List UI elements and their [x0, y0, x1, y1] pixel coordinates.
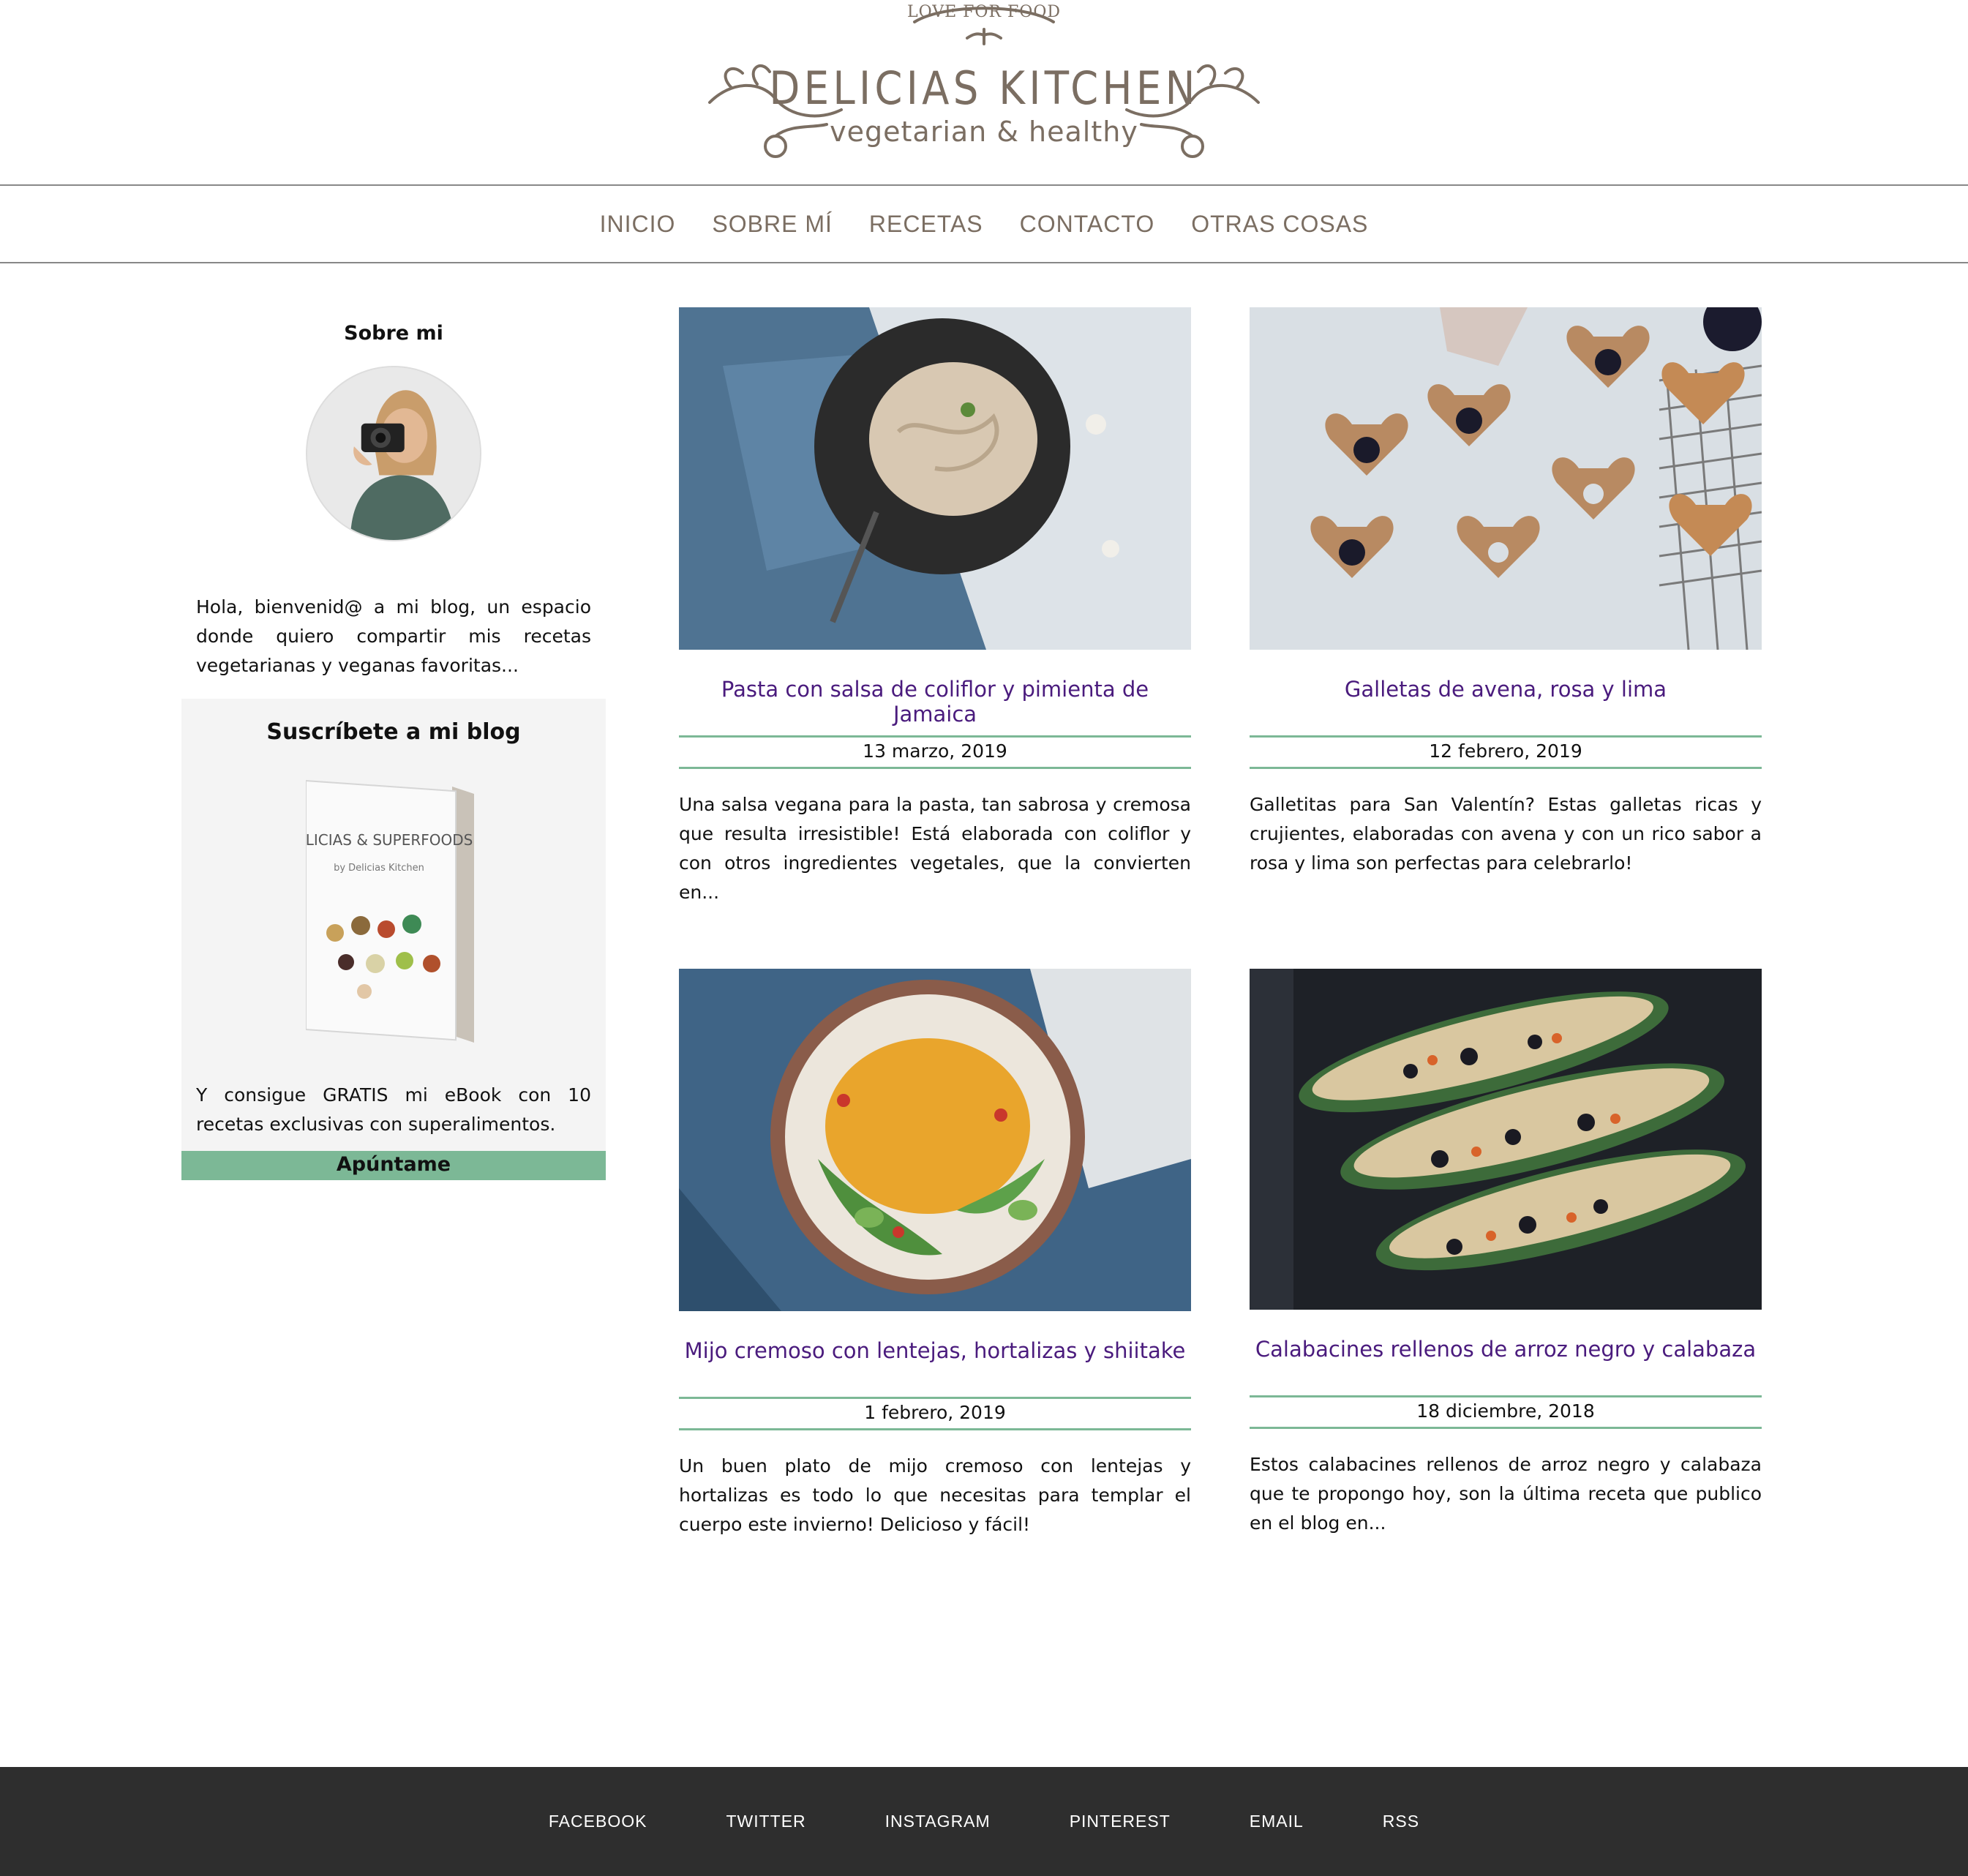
ebook-author-text: by Delicias Kitchen	[334, 863, 424, 874]
sidebar-bio: Hola, bienvenid@ a mi blog, un espacio d…	[196, 596, 591, 676]
social-links: FACEBOOK TWITTER INSTAGRAM PINTEREST EMA…	[0, 1767, 1968, 1876]
subscribe-text: Y consigue GRATIS mi eBook con 10 receta…	[196, 1084, 591, 1135]
footer-link-facebook[interactable]: FACEBOOK	[549, 1812, 647, 1831]
post-date: 18 diciembre, 2018	[1250, 1395, 1762, 1429]
footer-link-rss[interactable]: RSS	[1383, 1812, 1419, 1831]
nav-item-otras-cosas[interactable]: OTRAS COSAS	[1191, 211, 1368, 238]
nav-item-sobre-mi[interactable]: SOBRE MÍ	[712, 211, 832, 238]
post-excerpt: Estos calabacines rellenos de arroz negr…	[1250, 1454, 1762, 1534]
logo-tagline: LOVE FOR FOOD	[906, 3, 1062, 21]
post-title[interactable]: Pasta con salsa de coliflor y pimienta d…	[679, 677, 1191, 727]
zucchini-photo-icon	[1250, 969, 1762, 1310]
subscribe-button[interactable]: Apúntame	[181, 1151, 606, 1180]
logo-title: DELICIAS KITCHEN	[769, 61, 1199, 115]
post-excerpt: Galletitas para San Valentín? Estas gall…	[1250, 794, 1762, 874]
nav-item-recetas[interactable]: RECETAS	[869, 211, 983, 238]
post-title[interactable]: Calabacines rellenos de arroz negro y ca…	[1250, 1337, 1762, 1362]
post-title[interactable]: Mijo cremoso con lentejas, hortalizas y …	[679, 1338, 1191, 1363]
site-header: LOVE FOR FOOD DELICIAS KITCHEN vegetaria…	[0, 0, 1968, 184]
subscribe-title: Suscríbete a mi blog	[266, 719, 521, 745]
post-date: 13 marzo, 2019	[679, 735, 1191, 769]
pasta-photo-icon	[679, 307, 1191, 650]
logo-subtitle: vegetarian & healthy	[830, 116, 1138, 148]
sidebar-title: Sobre mi	[344, 322, 443, 345]
author-avatar[interactable]	[306, 366, 481, 541]
post-image[interactable]	[1250, 969, 1762, 1310]
main-nav: INICIO SOBRE MÍ RECETAS CONTACTO OTRAS C…	[0, 184, 1968, 263]
site-logo[interactable]: LOVE FOR FOOD DELICIAS KITCHEN vegetaria…	[702, 0, 1266, 170]
post-image[interactable]	[679, 969, 1191, 1311]
ebook-title-text: DELICIAS & SUPERFOODS	[306, 831, 473, 849]
post-excerpt: Una salsa vegana para la pasta, tan sabr…	[679, 794, 1191, 903]
ebook-cover[interactable]: DELICIAS & SUPERFOODS by Delicias Kitche…	[306, 772, 474, 1043]
footer-link-email[interactable]: EMAIL	[1250, 1812, 1304, 1831]
footer-link-pinterest[interactable]: PINTEREST	[1070, 1812, 1171, 1831]
millet-bowl-photo-icon	[679, 969, 1191, 1311]
post-image[interactable]	[679, 307, 1191, 650]
author-photo-icon	[307, 367, 480, 540]
post-title[interactable]: Galletas de avena, rosa y lima	[1250, 677, 1762, 702]
footer-link-twitter[interactable]: TWITTER	[726, 1812, 805, 1831]
ebook-image: DELICIAS & SUPERFOODS by Delicias Kitche…	[306, 779, 474, 1043]
site-footer: FACEBOOK TWITTER INSTAGRAM PINTEREST EMA…	[0, 1767, 1968, 1876]
nav-item-contacto[interactable]: CONTACTO	[1020, 211, 1155, 238]
subscribe-widget: Suscríbete a mi blog DELICIAS & SUPERFOO…	[181, 699, 606, 1180]
post-date: 12 febrero, 2019	[1250, 735, 1762, 769]
nav-items: INICIO SOBRE MÍ RECETAS CONTACTO OTRAS C…	[0, 186, 1968, 262]
footer-link-instagram[interactable]: INSTAGRAM	[885, 1812, 991, 1831]
nav-item-inicio[interactable]: INICIO	[600, 211, 676, 238]
post-date: 1 febrero, 2019	[679, 1397, 1191, 1430]
cookies-photo-icon	[1250, 307, 1762, 650]
post-image[interactable]	[1250, 307, 1762, 650]
post-excerpt: Un buen plato de mijo cremoso con lentej…	[679, 1455, 1191, 1535]
